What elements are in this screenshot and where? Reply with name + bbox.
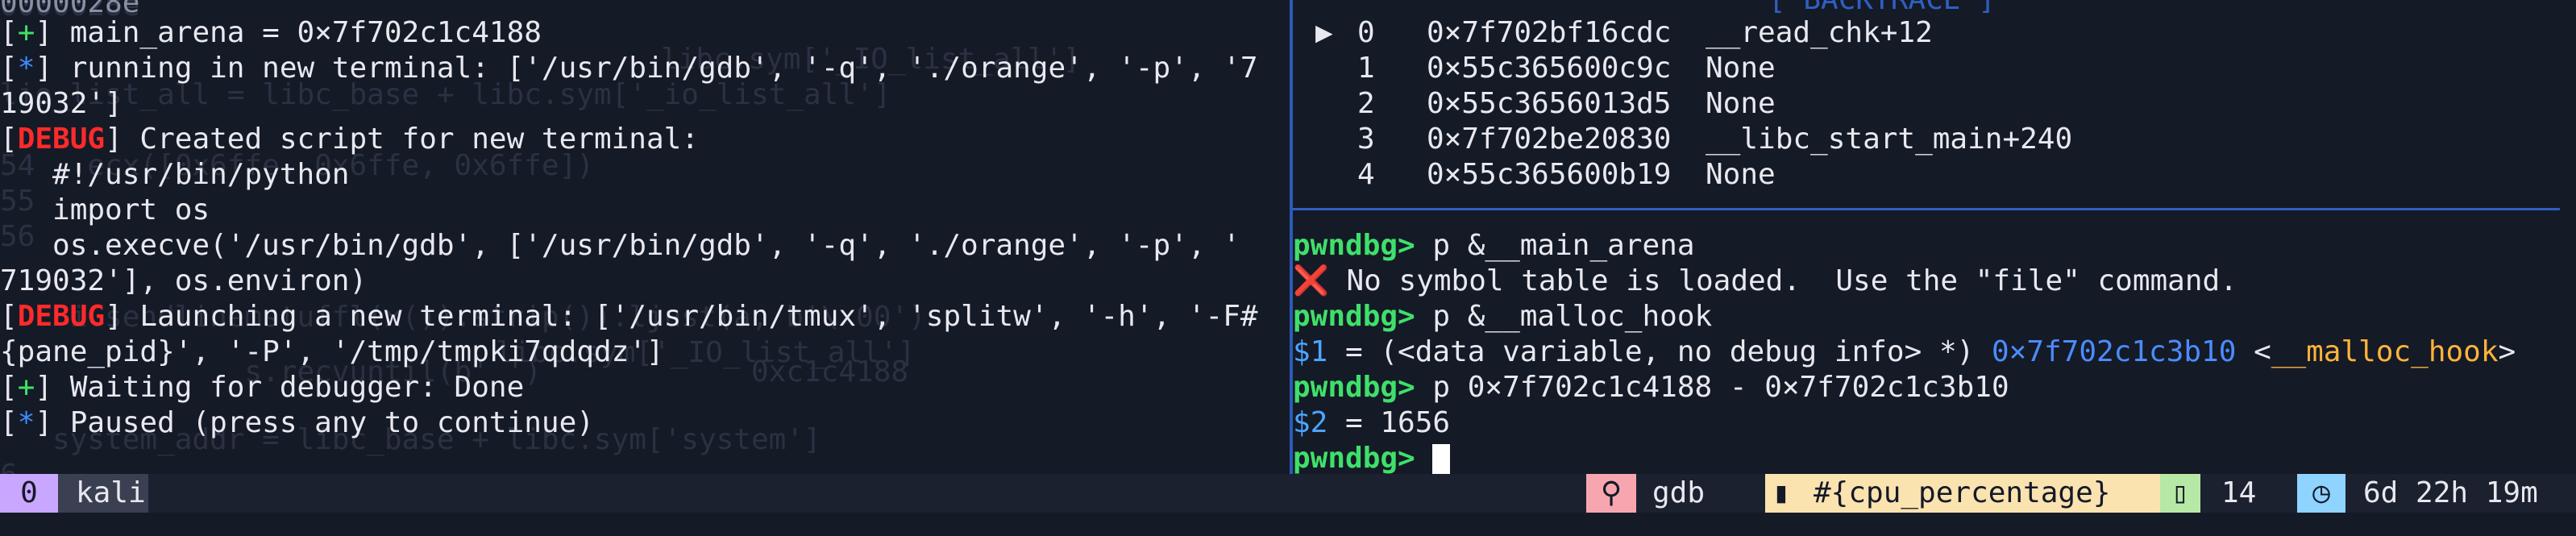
input-line[interactable]: pwndbg> — [1293, 441, 1451, 474]
pwndbg-prompt: pwndbg> — [1293, 442, 1415, 474]
session-index-segment[interactable]: 0 — [0, 474, 58, 513]
current-frame-marker: ▶ — [1315, 16, 1333, 49]
terminal-line: {pane_pid}', '-P', '/tmp/tmpki7qdqdz'] — [0, 335, 664, 368]
terminal-line: [+] main_arena = 0×7f702c1c4188 — [0, 16, 542, 49]
uptime-icon-segment: ◷ — [2297, 474, 2345, 513]
command-line: pwndbg> p &__malloc_hook — [1293, 300, 1713, 333]
window-name: gdb — [1652, 476, 1706, 509]
error-x-icon: ❌ — [1293, 264, 1329, 297]
terminal-line: [*] Paused (press any to continue) — [0, 406, 594, 439]
ghost-line: 6 — [0, 458, 18, 474]
pwndbg-prompt: pwndbg> — [1293, 371, 1415, 404]
session-name: kali — [76, 476, 146, 509]
count-icon-segment: ▯ — [2160, 474, 2200, 513]
terminal-line: [*] running in new terminal: ['/usr/bin/… — [0, 52, 1258, 85]
session-name-segment[interactable]: kali — [58, 474, 148, 513]
uptime-segment: 6d 22h 19m — [2345, 474, 2576, 513]
error-line: ❌ No symbol table is loaded. Use the "fi… — [1293, 264, 2237, 297]
terminal-line: [DEBUG] Created script for new terminal: — [0, 123, 699, 156]
window-name-segment[interactable]: gdb — [1636, 474, 1765, 513]
status-tag: * — [17, 406, 35, 439]
pwndbg-prompt: pwndbg> — [1293, 300, 1415, 333]
session-index: 0 — [20, 476, 38, 509]
left-terminal-pane[interactable]: 0000028e libc.sym['_IO_list_all'] lio_li… — [0, 0, 1290, 474]
text-cursor — [1432, 444, 1451, 474]
uptime: 6d 22h 19m — [2363, 476, 2538, 509]
window-count-icon: ▯ — [2171, 476, 2189, 509]
terminal-line: [+] Waiting for debugger: Done — [0, 371, 525, 404]
result-line: $2 = 1656 — [1293, 406, 1451, 439]
status-tag: * — [17, 52, 35, 85]
command-line: pwndbg> p 0×7f702c1c4188 - 0×7f702c1c3b1… — [1293, 371, 2009, 404]
debug-tag: DEBUG — [17, 123, 106, 156]
context-separator — [1293, 208, 2560, 210]
terminal-footer — [0, 513, 2576, 536]
result-line: $1 = (<data variable, no debug info> *) … — [1293, 335, 2516, 368]
clock-icon: ◷ — [2312, 476, 2330, 509]
tmux-status-bar: 0 kali ⚲ gdb ▮ #{cpu_percentage} ▯ 14 ◷ … — [0, 474, 2576, 513]
debug-tag: DEBUG — [17, 300, 106, 333]
window-count: 14 — [2221, 476, 2257, 509]
terminal-line: 19032'] — [0, 87, 123, 120]
right-terminal-pane[interactable]: [ BACKTRACE ] ▶00×7f702bf16cdc__read_chk… — [1293, 0, 2576, 474]
cpu-percentage: #{cpu_percentage} — [1814, 476, 2111, 509]
count-segment: 14 — [2200, 474, 2297, 513]
cpu-icon: ▮ — [1772, 476, 1790, 509]
window-icon-segment: ⚲ — [1586, 474, 1636, 513]
cpu-segment: #{cpu_percentage} — [1797, 474, 2160, 513]
pwndbg-prompt: pwndbg> — [1293, 229, 1415, 262]
terminal-line: os.execve('/usr/bin/gdb', ['/usr/bin/gdb… — [0, 229, 1240, 262]
terminal-line: #!/usr/bin/python — [0, 158, 350, 191]
status-tag: + — [17, 371, 35, 404]
command-line: pwndbg> p &__main_arena — [1293, 229, 1695, 262]
terminal-line: import os — [0, 193, 210, 226]
status-tag: + — [17, 16, 35, 49]
cpu-icon-segment: ▮ — [1765, 474, 1797, 513]
terminal-line: [DEBUG] Launching a new terminal: ['/usr… — [0, 300, 1258, 333]
person-icon: ⚲ — [1600, 476, 1622, 509]
terminal-line: 719032'], os.environ) — [0, 264, 368, 297]
